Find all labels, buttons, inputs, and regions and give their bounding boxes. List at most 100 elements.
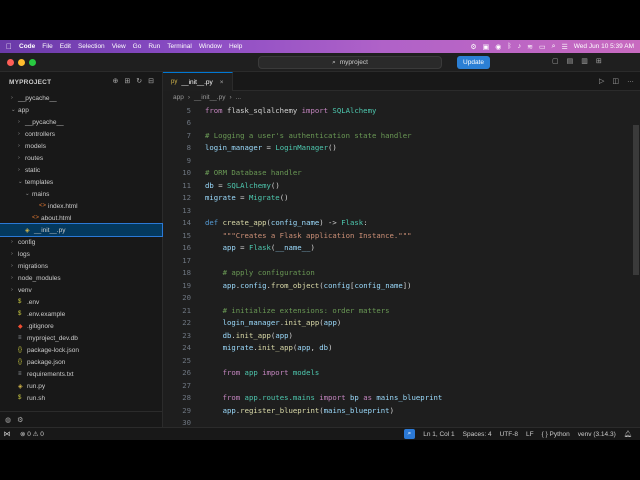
code-line[interactable]: 5 from flask_sqlalchemy import SQLAlchemy [163, 104, 640, 117]
toggle-panel-icon[interactable]: ▤ [567, 57, 574, 65]
close-tab-icon[interactable]: × [220, 79, 224, 86]
apple-icon[interactable]:  [6, 42, 12, 51]
update-button[interactable]: Update [457, 56, 490, 69]
command-center-search[interactable]: ⌕ myproject [258, 56, 442, 69]
cursor-position[interactable]: Ln 1, Col 1 [423, 431, 454, 438]
problems-indicator[interactable]: ⊗ 0 ⚠ 0 [20, 430, 44, 438]
zoom-icon[interactable]: ⌕ [403, 429, 416, 439]
more-actions-icon[interactable]: … [627, 77, 634, 85]
folder-item[interactable]: ⌄ templates [0, 176, 162, 188]
screen-icon[interactable]: ▣ [483, 43, 490, 51]
code-line[interactable]: 18 # apply configuration [163, 267, 640, 280]
folder-item[interactable]: › migrations [0, 260, 162, 272]
menu-file[interactable]: File [42, 43, 52, 50]
folder-item[interactable]: › static [0, 164, 162, 176]
file-item[interactable]: $ .env [0, 296, 162, 308]
menu-window[interactable]: Window [199, 43, 222, 50]
code-line[interactable]: 27 [163, 379, 640, 392]
editor-scrollbar[interactable] [632, 125, 640, 340]
wifi-icon[interactable]: ≋ [527, 43, 533, 51]
file-item[interactable]: {} package-lock.json [0, 344, 162, 356]
folder-item[interactable]: › config [0, 236, 162, 248]
file-item[interactable]: ◈ run.py [0, 380, 162, 392]
clock[interactable]: Wed Jun 10 5:39 AM [574, 43, 634, 50]
new-file-icon[interactable]: ⊕ [113, 77, 119, 85]
folder-item[interactable]: › __pycache__ [0, 92, 162, 104]
code-line[interactable]: 17 [163, 254, 640, 267]
indentation[interactable]: Spaces: 4 [463, 431, 492, 438]
folder-item[interactable]: ⌄ mains [0, 188, 162, 200]
spotlight-icon[interactable]: ⌕ [552, 43, 556, 51]
folder-item[interactable]: › __pycache__ [0, 116, 162, 128]
refresh-icon[interactable]: ↻ [136, 77, 142, 85]
notifications-bell-icon[interactable]: 🔔︎ [624, 430, 632, 438]
code-line[interactable]: 8 login_manager = LoginManager() [163, 142, 640, 155]
code-line[interactable]: 6 [163, 117, 640, 130]
end-of-line[interactable]: LF [526, 431, 534, 438]
tab-init-py[interactable]: py __init__.py × [163, 72, 233, 91]
customize-layout-icon[interactable]: ⊞ [596, 57, 602, 65]
file-item[interactable]: $ run.sh [0, 392, 162, 404]
folder-item[interactable]: › venv [0, 284, 162, 296]
file-item[interactable]: ◈ __init__.py [0, 223, 163, 237]
file-item[interactable]: <> about.html [0, 212, 162, 224]
code-line[interactable]: 10 # ORM Database handler [163, 167, 640, 180]
scrollbar-thumb[interactable] [633, 125, 639, 275]
code-line[interactable]: 15 """Creates a Flask application Instan… [163, 229, 640, 242]
settings-icon[interactable]: ⚙ [470, 43, 476, 51]
folder-item[interactable]: › routes [0, 152, 162, 164]
code-line[interactable]: 16 app = Flask(__name__) [163, 242, 640, 255]
battery-icon[interactable]: ▭ [539, 43, 546, 51]
code-line[interactable]: 29 app. register_blueprint(mains_blueprin… [163, 404, 640, 417]
language-mode[interactable]: { } Python [542, 431, 570, 438]
code-line[interactable]: 23 db. init_app(app) [163, 329, 640, 342]
menu-selection[interactable]: Selection [78, 43, 105, 50]
file-item[interactable]: <> index.html [0, 200, 162, 212]
new-folder-icon[interactable]: ⊞ [124, 77, 130, 85]
run-python-icon[interactable]: ▷ [599, 77, 604, 85]
code-line[interactable]: 26 from app import models [163, 367, 640, 380]
menu-terminal[interactable]: Terminal [167, 43, 192, 50]
file-item[interactable]: $ .env.example [0, 308, 162, 320]
menu-run[interactable]: Run [148, 43, 160, 50]
folder-item[interactable]: › models [0, 140, 162, 152]
minimize-window-button[interactable] [18, 59, 25, 66]
bluetooth-icon[interactable]: ᛒ [507, 43, 511, 50]
menu-edit[interactable]: Edit [60, 43, 71, 50]
volume-icon[interactable]: ♪ [518, 43, 522, 50]
code-line[interactable]: 19 app. config. from_object(config[config_… [163, 279, 640, 292]
code-line[interactable]: 28 from app.routes.mains import bp as ma… [163, 392, 640, 405]
folder-item[interactable]: › logs [0, 248, 162, 260]
code-line[interactable]: 12 migrate = Migrate() [163, 192, 640, 205]
folder-item[interactable]: › controllers [0, 128, 162, 140]
code-line[interactable]: 21 # initialize extensions: order matter… [163, 304, 640, 317]
zoom-window-button[interactable] [29, 59, 36, 66]
file-item[interactable]: ≡ requirements.txt [0, 368, 162, 380]
breadcrumb-file[interactable]: __init__.py [194, 94, 225, 101]
close-window-button[interactable] [7, 59, 14, 66]
python-interpreter[interactable]: venv (3.14.3) [578, 431, 616, 438]
code-line[interactable]: 25 [163, 354, 640, 367]
breadcrumb-app[interactable]: app [173, 94, 184, 101]
manage-gear-icon[interactable]: ⚙ [17, 416, 23, 424]
breadcrumb-symbol[interactable]: ... [236, 94, 241, 101]
menu-app-name[interactable]: Code [19, 43, 35, 50]
file-item[interactable]: ≡ myproject_dev.db [0, 332, 162, 344]
code-editor[interactable]: 5 from flask_sqlalchemy import SQLAlchemy… [163, 104, 640, 442]
folder-item[interactable]: › node_modules [0, 272, 162, 284]
split-editor-icon[interactable]: ◫ [612, 77, 619, 85]
code-line[interactable]: 13 [163, 204, 640, 217]
remote-indicator-icon[interactable]: ⋈ [0, 428, 14, 440]
encoding[interactable]: UTF-8 [500, 431, 518, 438]
menu-go[interactable]: Go [133, 43, 142, 50]
file-item[interactable]: ◆ .gitignore [0, 320, 162, 332]
control-center-icon[interactable]: ☰ [561, 43, 567, 51]
menu-help[interactable]: Help [229, 43, 242, 50]
record-icon[interactable]: ◉ [495, 43, 501, 51]
menu-view[interactable]: View [112, 43, 126, 50]
code-line[interactable]: 11 db = SQLAlchemy() [163, 179, 640, 192]
code-line[interactable]: 20 [163, 292, 640, 305]
code-line[interactable]: 7 # Logging a user's authentication state… [163, 129, 640, 142]
file-item[interactable]: {} package.json [0, 356, 162, 368]
folder-item[interactable]: ⌄ app [0, 104, 162, 116]
